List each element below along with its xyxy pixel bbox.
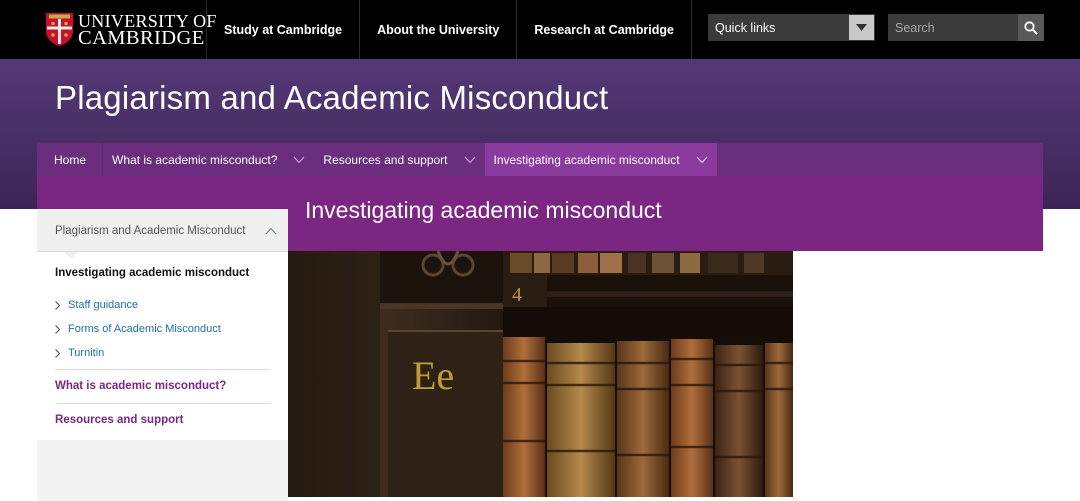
crest-icon: [46, 13, 73, 46]
quick-links-toggle[interactable]: [849, 15, 874, 40]
page-title: Investigating academic misconduct: [305, 197, 662, 223]
search-icon: [1024, 21, 1038, 35]
chevron-down-icon[interactable]: [464, 156, 476, 164]
section-nav-home-label: Home: [54, 152, 87, 167]
section-nav-home[interactable]: Home: [37, 143, 104, 176]
shelf-number-label: 4: [512, 284, 522, 306]
section-nav-investigating[interactable]: Investigating academic misconduct: [484, 143, 717, 176]
search-button[interactable]: [1018, 14, 1044, 41]
section-nav-what-is-label: What is academic misconduct?: [112, 152, 278, 167]
nav-research[interactable]: Research at Cambridge: [516, 0, 692, 59]
quick-links-label: Quick links: [715, 21, 776, 35]
sidebar-parent-link[interactable]: Plagiarism and Academic Misconduct: [37, 209, 288, 252]
sidebar-divider: [55, 403, 271, 404]
chevron-down-icon[interactable]: [696, 156, 708, 164]
search-input[interactable]: [888, 14, 1018, 41]
sidebar-item-label: Forms of Academic Misconduct: [68, 323, 221, 335]
sidebar-current-page: Investigating academic misconduct: [55, 267, 250, 279]
chevron-up-icon[interactable]: [265, 227, 277, 235]
section-nav-investigating-label: Investigating academic misconduct: [493, 152, 680, 167]
chevron-right-icon: [55, 348, 60, 358]
chevron-down-icon[interactable]: [293, 156, 305, 164]
sidebar-parent-label: Plagiarism and Academic Misconduct: [55, 225, 246, 237]
chevron-down-icon: [856, 24, 867, 31]
university-logo[interactable]: UNIVERSITY OF CAMBRIDGE: [46, 12, 216, 49]
chevron-right-icon: [55, 300, 60, 310]
sidebar-footer-panel: [37, 440, 288, 501]
sidebar-item-resources[interactable]: Resources and support: [55, 414, 183, 426]
quick-links-dropdown[interactable]: Quick links: [708, 14, 875, 41]
sidebar-item-what-is[interactable]: What is academic misconduct?: [55, 380, 226, 392]
nav-about[interactable]: About the University: [359, 0, 516, 59]
hero-image-books: Ee 4: [288, 251, 793, 497]
sidebar-item-forms[interactable]: Forms of Academic Misconduct: [55, 317, 221, 341]
top-bar: UNIVERSITY OF CAMBRIDGE Study at Cambrid…: [0, 0, 1080, 59]
sidebar-divider: [55, 369, 271, 370]
chevron-right-icon: [55, 324, 60, 334]
site-title[interactable]: Plagiarism and Academic Misconduct: [55, 79, 608, 117]
logo-text-line2: CAMBRIDGE: [78, 27, 205, 49]
section-nav-resources[interactable]: Resources and support: [314, 143, 484, 176]
sidebar-item-staff-guidance[interactable]: Staff guidance: [55, 293, 221, 317]
section-nav: Home What is academic misconduct? Resour…: [37, 143, 1043, 176]
sidebar-item-turnitin[interactable]: Turnitin: [55, 341, 221, 365]
library-books-illustration: Ee 4: [288, 251, 793, 497]
primary-nav: Study at Cambridge About the University …: [206, 0, 692, 59]
sidebar-notch: [64, 252, 78, 259]
sidebar-nav: Plagiarism and Academic Misconduct Inves…: [37, 209, 288, 501]
shelf-letter-label: Ee: [412, 353, 454, 398]
section-nav-what-is[interactable]: What is academic misconduct?: [103, 143, 314, 176]
sidebar-item-label: Turnitin: [68, 347, 105, 359]
search-box: [888, 14, 1044, 41]
nav-study[interactable]: Study at Cambridge: [206, 0, 359, 59]
sidebar-children: Staff guidance Forms of Academic Miscond…: [55, 293, 221, 365]
sidebar-item-label: Staff guidance: [68, 299, 139, 311]
section-nav-resources-label: Resources and support: [323, 152, 448, 167]
